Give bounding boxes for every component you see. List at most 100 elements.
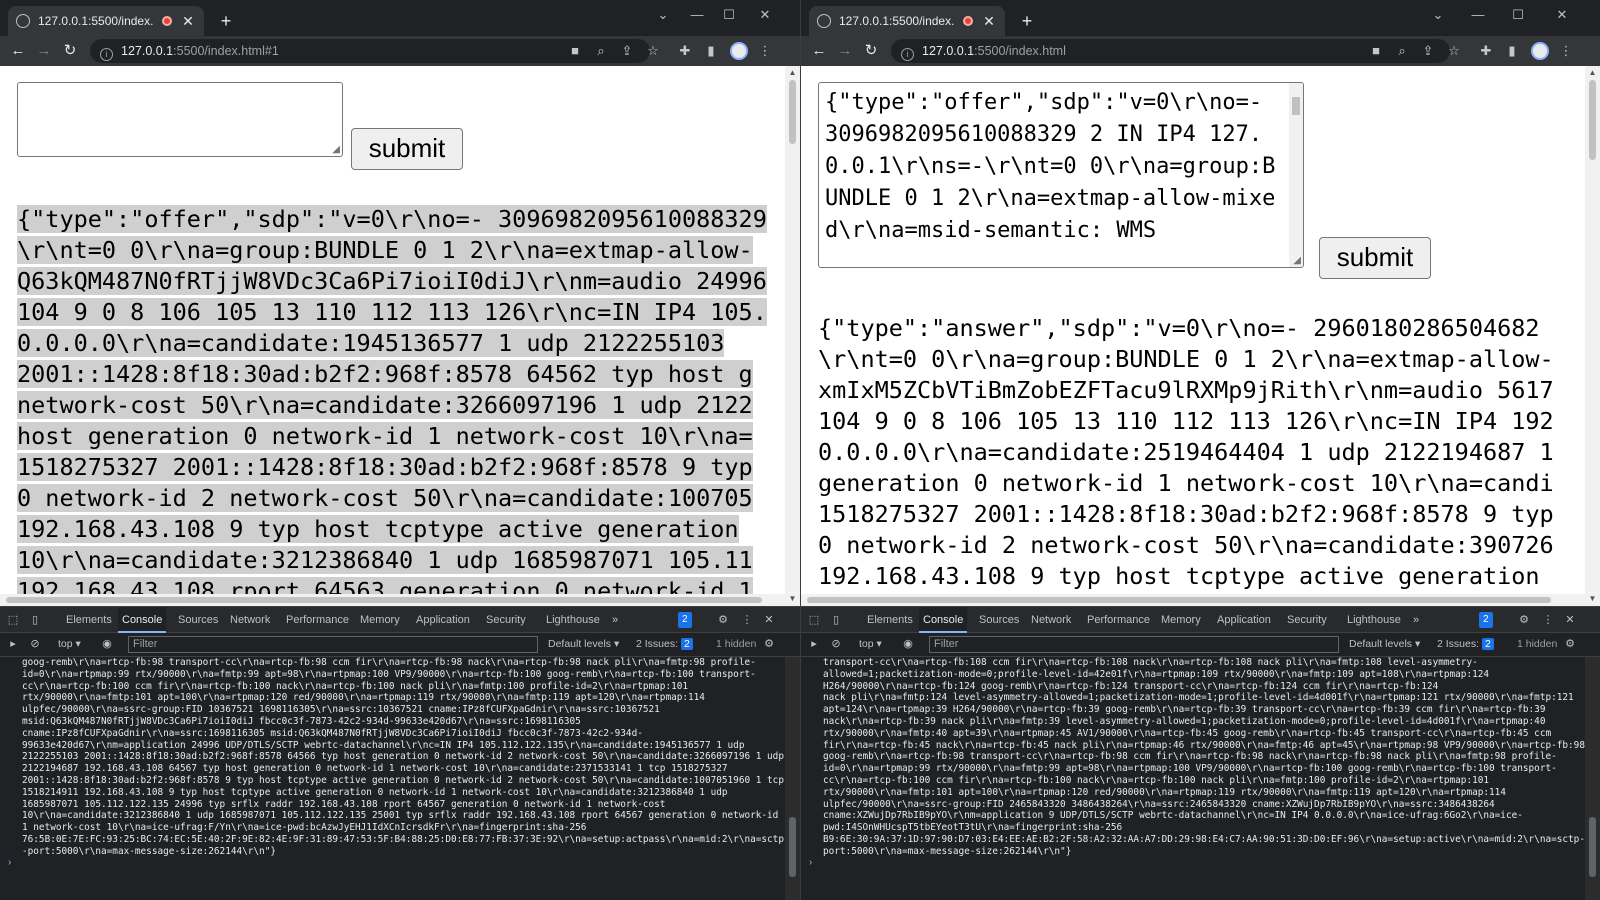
page-scrollbar[interactable]: ▲ ▼ [1585, 66, 1600, 606]
back-button[interactable]: ← [6, 39, 30, 63]
submit-button[interactable]: submit [351, 128, 463, 170]
resize-grip-icon[interactable]: ◢ [1293, 255, 1301, 266]
scroll-down-icon[interactable]: ▼ [1585, 592, 1600, 606]
browser-tab[interactable]: 127.0.0.1:5500/index.html#1 ✕ [8, 6, 204, 36]
resize-grip-icon[interactable]: ◢ [332, 144, 340, 155]
log-levels-dropdown[interactable]: Default levels ▾ [548, 638, 619, 650]
minimize-button[interactable]: — [1461, 2, 1495, 28]
side-panel-icon[interactable]: ▮ [1503, 42, 1521, 60]
new-tab-button[interactable]: + [1015, 9, 1039, 33]
back-button[interactable]: ← [807, 39, 831, 63]
share-icon[interactable]: ⇪ [618, 42, 636, 60]
inspect-icon[interactable]: ⬚ [805, 611, 823, 629]
devtools-tab-lighthouse[interactable]: Lighthouse [1343, 607, 1405, 633]
eye-icon[interactable]: ◉ [98, 635, 116, 653]
maximize-button[interactable]: ☐ [1501, 2, 1535, 28]
console-scrollbar-thumb[interactable] [789, 817, 796, 877]
device-toolbar-icon[interactable]: ▯ [827, 611, 845, 629]
eye-icon[interactable]: ◉ [899, 635, 917, 653]
sidebar-toggle-icon[interactable]: ▸ [805, 635, 823, 653]
settings-gear-icon[interactable]: ⚙ [714, 611, 732, 629]
maximize-button[interactable]: ☐ [712, 2, 746, 28]
devtools-tab-memory[interactable]: Memory [1157, 607, 1205, 633]
devtools-tab-performance[interactable]: Performance [282, 607, 353, 633]
issues-button[interactable]: 2 Issues: 2 [636, 638, 693, 650]
devtools-tab-memory[interactable]: Memory [356, 607, 404, 633]
h-scrollbar-thumb[interactable] [807, 597, 1551, 603]
inspect-icon[interactable]: ⬚ [4, 611, 22, 629]
settings-gear-icon[interactable]: ⚙ [1515, 611, 1533, 629]
horizontal-scrollbar[interactable] [801, 594, 1585, 606]
devtools-tab-performance[interactable]: Performance [1083, 607, 1154, 633]
device-toolbar-icon[interactable]: ▯ [26, 611, 44, 629]
console-scrollbar-thumb[interactable] [1589, 817, 1596, 877]
devtools-menu-icon[interactable]: ⋮ [738, 611, 756, 629]
context-selector[interactable]: top ▾ [859, 638, 882, 650]
devtools-tab-security[interactable]: Security [1283, 607, 1331, 633]
menu-kebab-icon[interactable]: ⋮ [756, 42, 774, 60]
info-icon[interactable]: i [901, 48, 914, 61]
reload-button[interactable]: ↻ [58, 39, 82, 63]
console-prompt-icon[interactable]: › [809, 857, 812, 868]
bookmark-star-icon[interactable]: ☆ [644, 42, 662, 60]
new-tab-button[interactable]: + [214, 9, 238, 33]
share-icon[interactable]: ⇪ [1419, 42, 1437, 60]
devtools-tab-elements[interactable]: Elements [863, 607, 917, 633]
devtools-tab-console[interactable]: Console [118, 607, 167, 633]
offer-textarea[interactable]: {"type":"offer","sdp":"v=0\r\no=- 309698… [818, 82, 1304, 268]
devtools-tab-sources[interactable]: Sources [975, 607, 1023, 633]
reload-button[interactable]: ↻ [859, 39, 883, 63]
console-filter-input[interactable]: Filter [929, 636, 1339, 653]
devtools-tab-security[interactable]: Security [482, 607, 530, 633]
browser-tab[interactable]: 127.0.0.1:5500/index.html ✕ [809, 6, 1005, 36]
devtools-menu-icon[interactable]: ⋮ [1539, 611, 1557, 629]
devtools-tab-network[interactable]: Network [226, 607, 274, 633]
side-panel-icon[interactable]: ▮ [702, 42, 720, 60]
forward-button[interactable]: → [833, 39, 857, 63]
submit-button[interactable]: submit [1319, 237, 1431, 279]
scrollbar-thumb[interactable] [1589, 80, 1596, 160]
clear-console-icon[interactable]: ⊘ [26, 635, 44, 653]
console-filter-input[interactable]: Filter [128, 636, 538, 653]
profile-avatar[interactable] [1531, 42, 1549, 60]
zoom-icon[interactable]: ⌕ [592, 42, 610, 60]
close-window-button[interactable]: ✕ [748, 2, 782, 28]
zoom-icon[interactable]: ⌕ [1393, 42, 1411, 60]
bookmark-star-icon[interactable]: ☆ [1445, 42, 1463, 60]
forward-button[interactable]: → [32, 39, 56, 63]
offer-textarea[interactable]: ◢ [17, 82, 343, 157]
textarea-scrollbar[interactable] [1289, 83, 1303, 267]
horizontal-scrollbar[interactable] [0, 594, 785, 606]
extensions-icon[interactable]: ✚ [676, 42, 694, 60]
camera-icon[interactable]: ■ [1367, 42, 1385, 60]
devtools-tab-network[interactable]: Network [1027, 607, 1075, 633]
scroll-up-icon[interactable]: ▲ [785, 66, 800, 80]
more-tabs-icon[interactable]: » [606, 611, 624, 629]
console-settings-icon[interactable]: ⚙ [1561, 635, 1579, 653]
devtools-tab-sources[interactable]: Sources [174, 607, 222, 633]
more-tabs-icon[interactable]: » [1407, 611, 1425, 629]
devtools-tab-lighthouse[interactable]: Lighthouse [542, 607, 604, 633]
info-icon[interactable]: i [100, 48, 113, 61]
extensions-icon[interactable]: ✚ [1477, 42, 1495, 60]
textarea-scrollbar-thumb[interactable] [1292, 97, 1300, 115]
console-prompt-icon[interactable]: › [8, 857, 11, 868]
camera-icon[interactable]: ■ [566, 42, 584, 60]
sidebar-toggle-icon[interactable]: ▸ [4, 635, 22, 653]
scroll-up-icon[interactable]: ▲ [1585, 66, 1600, 80]
messages-badge[interactable]: 2 [1479, 612, 1493, 628]
minimize-button[interactable]: — [680, 2, 714, 28]
close-tab-icon[interactable]: ✕ [180, 13, 196, 30]
scroll-down-icon[interactable]: ▼ [785, 592, 800, 606]
close-tab-icon[interactable]: ✕ [981, 13, 997, 30]
profile-avatar[interactable] [730, 42, 748, 60]
console-settings-icon[interactable]: ⚙ [760, 635, 778, 653]
issues-button[interactable]: 2 Issues: 2 [1437, 638, 1494, 650]
clear-console-icon[interactable]: ⊘ [827, 635, 845, 653]
close-devtools-icon[interactable]: ✕ [760, 611, 778, 629]
console-scrollbar[interactable] [785, 657, 800, 900]
h-scrollbar-thumb[interactable] [6, 597, 762, 603]
devtools-tab-application[interactable]: Application [412, 607, 474, 633]
log-levels-dropdown[interactable]: Default levels ▾ [1349, 638, 1420, 650]
context-selector[interactable]: top ▾ [58, 638, 81, 650]
